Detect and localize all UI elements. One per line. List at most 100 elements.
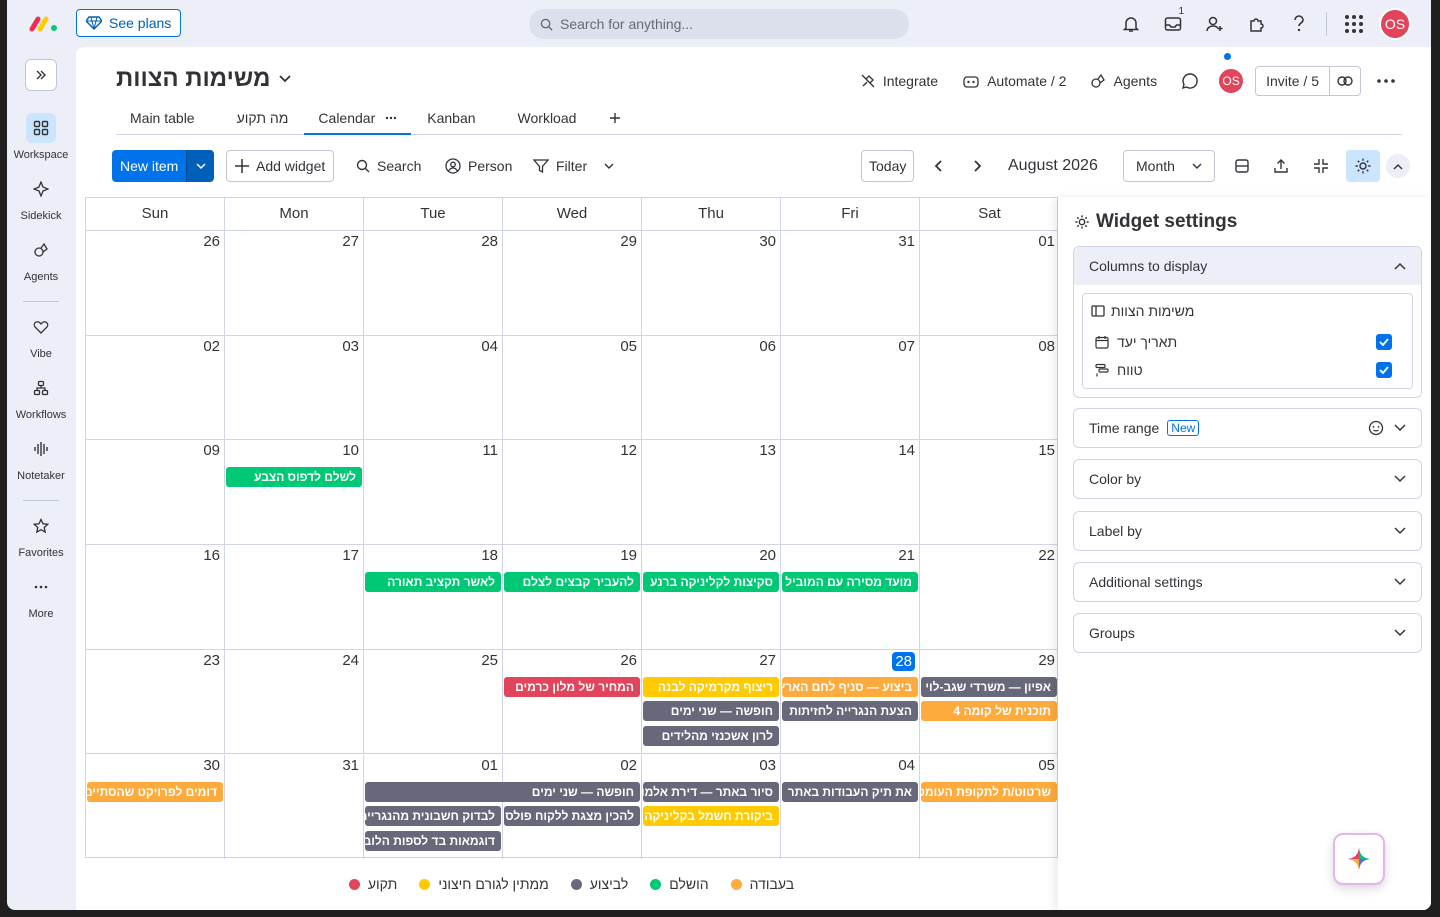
calendar-event[interactable]: לרון אשכנזי מהלידים	[643, 725, 779, 746]
search-button[interactable]: Search	[348, 150, 429, 182]
board-owner-avatar[interactable]: OS	[1217, 67, 1246, 95]
day-cell[interactable]: 07	[781, 335, 920, 441]
feedback-icon[interactable]	[1368, 420, 1384, 436]
person-filter-button[interactable]: Person	[437, 150, 520, 182]
help-button[interactable]	[1278, 8, 1320, 40]
ai-assistant-button[interactable]	[1333, 833, 1385, 885]
new-item-dropdown[interactable]	[186, 150, 215, 182]
see-plans-button[interactable]: See plans	[76, 9, 182, 37]
invite-button[interactable]: Invite / 5	[1255, 66, 1361, 96]
global-search-input[interactable]: Search for anything...	[529, 9, 909, 39]
rail-item-notetaker[interactable]: Notetaker	[7, 434, 75, 482]
agents-button[interactable]: Agents	[1078, 65, 1169, 97]
collapse-header-button[interactable]	[1386, 154, 1410, 178]
next-month-button[interactable]	[965, 150, 989, 182]
export-button[interactable]	[1265, 150, 1297, 182]
automate-button[interactable]: Automate / 2	[950, 65, 1078, 97]
calendar-event[interactable]: חופשה — שני ימים	[643, 701, 779, 722]
today-button[interactable]: Today	[861, 150, 915, 182]
copy-link-button[interactable]	[1329, 67, 1360, 95]
day-cell[interactable]: 02	[86, 335, 225, 441]
calendar-event[interactable]: שרטוט/ת לתקופת העומס	[921, 781, 1057, 802]
tab-options-icon[interactable]	[385, 116, 397, 120]
color-by-section[interactable]: Color by	[1073, 459, 1422, 499]
tab-stuck[interactable]: מה תקוע	[223, 101, 305, 134]
board-title[interactable]: משימות הצוות	[116, 65, 292, 93]
notifications-button[interactable]	[1110, 8, 1152, 40]
day-cell[interactable]: 23	[86, 649, 225, 755]
day-cell[interactable]: 01	[920, 231, 1059, 336]
apps-marketplace-button[interactable]	[1236, 8, 1278, 40]
rail-item-sidekick[interactable]: Sidekick	[7, 174, 75, 222]
calendar-event[interactable]: ביקורת חשמל בקליניקה	[643, 806, 779, 826]
board-menu-button[interactable]	[1371, 65, 1401, 97]
layout-toggle-button[interactable]	[1226, 150, 1258, 182]
rail-item-vibe[interactable]: Vibe	[7, 312, 75, 360]
rail-item-more[interactable]: More	[7, 572, 75, 620]
tab-workload[interactable]: Workload	[504, 101, 597, 134]
day-cell[interactable]: 28	[364, 231, 503, 336]
calendar-event[interactable]: סיור באתר — דירת אלמוג	[643, 781, 779, 802]
label-by-header[interactable]: Label by	[1074, 512, 1421, 550]
day-cell[interactable]: 27	[225, 231, 364, 336]
apps-grid-button[interactable]	[1333, 8, 1375, 40]
tab-main-table[interactable]: Main table	[116, 101, 223, 134]
day-cell[interactable]: 30	[642, 231, 781, 336]
day-cell[interactable]: 26	[503, 649, 642, 755]
filter-button[interactable]: Filter	[525, 150, 622, 182]
column-row-due-date[interactable]: תאריך יעד	[1083, 328, 1412, 356]
day-cell[interactable]: 04	[364, 335, 503, 441]
day-cell[interactable]: 06	[642, 335, 781, 441]
calendar-event[interactable]: חופשה — שני ימים	[365, 781, 640, 802]
calendar-event[interactable]: תוכנית של קומה 4	[921, 701, 1057, 722]
calendar-event[interactable]: ביצוע — סניף לחם הארץ	[782, 676, 918, 697]
inbox-button[interactable]: 1	[1152, 6, 1194, 40]
user-avatar[interactable]: OS	[1379, 8, 1411, 40]
time-range-header[interactable]: Time range New	[1074, 409, 1421, 447]
tab-calendar[interactable]: Calendar	[304, 101, 412, 135]
rail-item-agents[interactable]: Agents	[7, 235, 75, 283]
calendar-event[interactable]: לשלם לדפוס הצבע	[226, 467, 362, 488]
invite-members-button[interactable]	[1194, 8, 1236, 40]
rail-item-workspace[interactable]: Workspace	[7, 113, 75, 161]
day-cell[interactable]: 18	[364, 545, 503, 650]
add-view-button[interactable]	[596, 101, 634, 134]
calendar-event[interactable]: דוגמאות בד לספות הלובי	[365, 830, 501, 851]
day-cell[interactable]: 26	[86, 231, 225, 336]
calendar-event[interactable]: מועד מסירה עם המוביל	[782, 572, 918, 593]
time-range-section[interactable]: Time range New	[1073, 408, 1422, 448]
calendar-event[interactable]: להכין מצגת ללקוח פולס	[504, 806, 640, 826]
calendar-event[interactable]: את תיק העבודות באתר	[782, 781, 918, 802]
day-cell[interactable]: 25	[364, 649, 503, 755]
columns-to-display-header[interactable]: Columns to display	[1074, 247, 1421, 285]
previous-month-button[interactable]	[927, 150, 951, 182]
day-cell[interactable]: 13	[642, 440, 781, 546]
widget-settings-button[interactable]	[1346, 150, 1380, 182]
day-cell[interactable]: 04	[781, 754, 920, 860]
add-widget-button[interactable]: Add widget	[226, 150, 335, 182]
monday-logo-icon[interactable]	[29, 12, 59, 34]
calendar-event[interactable]: הצעת הנגרייה לחזיתות	[782, 701, 918, 722]
updates-button[interactable]	[1169, 53, 1232, 97]
new-item-button[interactable]: New item	[112, 150, 187, 182]
day-cell[interactable]: 24	[225, 649, 364, 755]
column-checkbox-due-date[interactable]	[1376, 334, 1392, 350]
additional-settings-section[interactable]: Additional settings	[1073, 562, 1422, 602]
day-cell[interactable]: 08	[920, 336, 1059, 441]
rail-item-workflows[interactable]: Workflows	[7, 373, 75, 421]
day-cell[interactable]: 12	[503, 440, 642, 546]
day-cell[interactable]: 11	[364, 440, 503, 546]
collapse-view-button[interactable]	[1305, 150, 1337, 182]
day-cell[interactable]: 16	[86, 545, 225, 650]
calendar-event[interactable]: דומים לפרויקט שהסתיים	[87, 781, 223, 802]
additional-settings-header[interactable]: Additional settings	[1074, 563, 1421, 601]
tab-kanban[interactable]: Kanban	[411, 101, 503, 134]
calendar-view-select[interactable]: Month	[1123, 150, 1215, 182]
calendar-event[interactable]: לאשר תקציב תאורה	[365, 572, 501, 593]
expand-sidebar-button[interactable]	[25, 59, 57, 91]
day-cell[interactable]: 31	[225, 754, 364, 860]
day-cell[interactable]: 09	[86, 440, 225, 546]
day-cell[interactable]: 15	[920, 440, 1059, 546]
groups-header[interactable]: Groups	[1074, 614, 1421, 652]
day-cell[interactable]: 03	[225, 335, 364, 441]
